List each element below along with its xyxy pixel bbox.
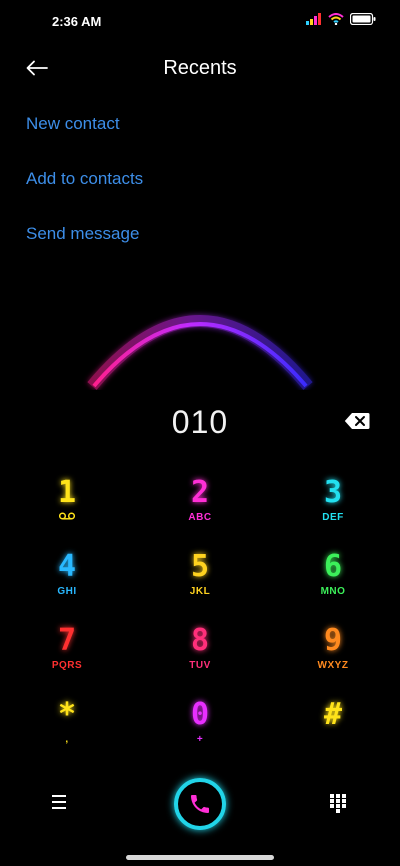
key-9[interactable]: 9 WXYZ	[278, 624, 388, 686]
key-3[interactable]: 3 DEF	[278, 476, 388, 538]
send-message-link[interactable]: Send message	[26, 222, 143, 277]
add-to-contacts-link[interactable]: Add to contacts	[26, 167, 143, 222]
key-digit: 6	[323, 549, 343, 584]
menu-button[interactable]	[50, 794, 72, 812]
key-8[interactable]: 8 TUV	[145, 624, 255, 686]
key-5[interactable]: 5 JKL	[145, 550, 255, 612]
key-2[interactable]: 2 ABC	[145, 476, 255, 538]
key-digit: 9	[323, 623, 343, 658]
key-star[interactable]: * ,	[12, 698, 122, 760]
top-bar: Recents	[0, 48, 400, 88]
menu-icon	[52, 795, 66, 809]
status-bar: 2:36 AM	[0, 0, 400, 44]
key-letters: JKL	[189, 586, 211, 597]
home-indicator[interactable]	[126, 855, 274, 860]
key-digit: *	[57, 697, 77, 732]
page-title: Recents	[163, 57, 237, 79]
status-icons	[306, 13, 376, 25]
backspace-icon	[344, 413, 370, 429]
key-0[interactable]: 0 +	[145, 698, 255, 760]
key-7[interactable]: 7 PQRS	[12, 624, 122, 686]
key-digit: 2	[190, 475, 210, 510]
wifi-icon	[328, 13, 344, 25]
key-1[interactable]: 1	[12, 476, 122, 538]
key-letters: DEF	[322, 512, 344, 523]
key-digit: 3	[323, 475, 343, 510]
phone-icon	[191, 795, 209, 813]
neon-arc-decoration	[87, 315, 313, 390]
key-digit: 7	[57, 623, 77, 658]
new-contact-link[interactable]: New contact	[26, 112, 143, 167]
key-digit: 1	[57, 475, 77, 510]
key-digit: #	[323, 697, 343, 732]
key-letters: ABC	[188, 512, 212, 523]
key-digit: 5	[190, 549, 210, 584]
key-letters: WXYZ	[317, 660, 349, 671]
key-hash[interactable]: #	[278, 698, 388, 760]
key-letters: MNO	[320, 586, 346, 597]
status-time: 2:36 AM	[52, 14, 102, 29]
voicemail-icon	[59, 512, 75, 520]
backspace-button[interactable]	[344, 412, 370, 432]
key-digit: 4	[57, 549, 77, 584]
key-letters: TUV	[189, 660, 211, 671]
dialpad-icon	[330, 794, 346, 813]
battery-icon	[350, 13, 376, 25]
bottom-bar	[0, 770, 400, 840]
key-letters: +	[196, 734, 204, 745]
key-digit: 0	[190, 697, 210, 732]
key-digit: 8	[190, 623, 210, 658]
key-4[interactable]: 4 GHI	[12, 550, 122, 612]
key-6[interactable]: 6 MNO	[278, 550, 388, 612]
call-button[interactable]	[174, 778, 226, 830]
key-letters: ,	[65, 734, 69, 745]
key-letters: GHI	[57, 586, 77, 597]
dialpad-toggle-button[interactable]	[330, 794, 348, 814]
signal-icon	[306, 13, 321, 25]
action-list: New contact Add to contacts Send message	[26, 112, 143, 277]
dialed-number: 010	[171, 404, 229, 440]
key-letters: PQRS	[51, 660, 83, 671]
